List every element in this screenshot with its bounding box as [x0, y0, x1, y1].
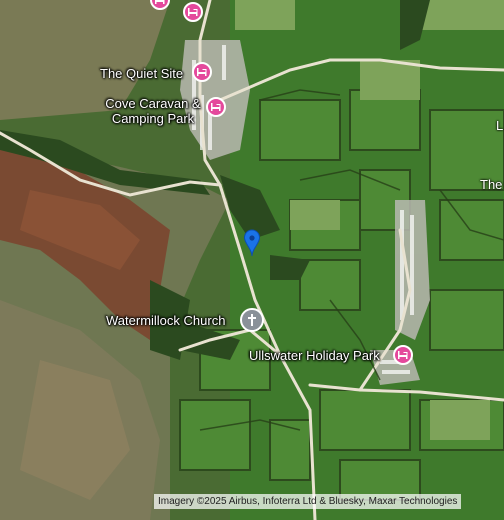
satellite-imagery [0, 0, 504, 520]
church-icon [248, 314, 256, 326]
place-label-quiet-site[interactable]: The Quiet Site [100, 66, 183, 81]
map-attribution: Imagery ©2025 Airbus, Infoterra Ltd & Bl… [154, 494, 462, 509]
place-label-truncated-l[interactable]: L [496, 118, 503, 133]
satellite-map[interactable]: The Quiet Site Cove Caravan & Camping Pa… [0, 0, 504, 520]
lodging-marker-ullswater[interactable] [393, 345, 413, 365]
place-label-cove-line2: Camping Park [111, 111, 195, 126]
lodging-icon [211, 103, 221, 111]
lodging-icon [155, 0, 165, 4]
lodging-marker-top[interactable] [183, 2, 203, 22]
place-label-cove[interactable]: Cove Caravan & Camping Park [103, 96, 203, 126]
lodging-marker-quiet-site[interactable] [192, 62, 212, 82]
lodging-icon [398, 351, 408, 359]
location-pin-icon[interactable] [243, 229, 261, 257]
lodging-marker-cove[interactable] [206, 97, 226, 117]
place-label-cove-line1: Cove Caravan & [105, 96, 201, 111]
lodging-icon [188, 8, 198, 16]
lodging-icon [197, 68, 207, 76]
place-label-church[interactable]: Watermillock Church [106, 313, 225, 328]
church-marker[interactable] [240, 308, 264, 332]
place-label-ullswater[interactable]: Ullswater Holiday Park [249, 348, 380, 363]
place-label-truncated-the[interactable]: The [480, 177, 502, 192]
